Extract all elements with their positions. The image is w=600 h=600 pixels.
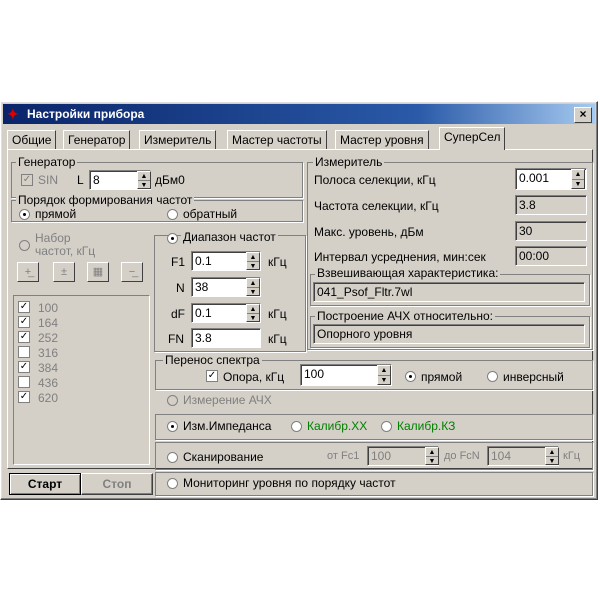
selfreq-label: Частота селекции, кГц bbox=[314, 199, 439, 213]
transfer-label: Перенос спектра bbox=[163, 353, 262, 367]
window-title: Настройки прибора bbox=[27, 107, 145, 121]
afc-mode-radio[interactable] bbox=[167, 395, 178, 406]
interval-value: 00:00 bbox=[515, 246, 587, 266]
scan-from-spinner[interactable]: ▲ ▼ bbox=[425, 447, 439, 465]
f1-unit: кГц bbox=[268, 255, 287, 269]
scan-unit: кГц bbox=[563, 450, 581, 462]
scan-label: Сканирование bbox=[183, 450, 264, 464]
f1-label: F1 bbox=[171, 255, 186, 269]
freq-checkbox[interactable] bbox=[18, 376, 30, 388]
ref-spinner[interactable]: ▲ ▼ bbox=[377, 365, 391, 385]
df-unit: кГц bbox=[268, 307, 287, 321]
freqset-radio[interactable] bbox=[19, 240, 30, 251]
list-item[interactable]: ✓ 252 bbox=[18, 331, 138, 345]
calib-kz-label: Калибр.КЗ bbox=[397, 419, 456, 433]
tab-supersel[interactable]: СуперСел bbox=[439, 127, 506, 150]
ref-label: Опора, кГц bbox=[223, 370, 285, 384]
maxlevel-value: 30 bbox=[515, 221, 587, 241]
start-button[interactable]: Старт bbox=[9, 473, 81, 495]
list-item[interactable]: 436 bbox=[18, 376, 138, 390]
calib-xx-radio[interactable] bbox=[291, 421, 302, 432]
f1-spinner[interactable]: ▲ ▼ bbox=[246, 252, 260, 270]
stop-button[interactable]: Стоп bbox=[81, 473, 153, 495]
interval-label: Интервал усреднения, мин:сек bbox=[314, 250, 486, 264]
tab-generator[interactable]: Генератор bbox=[63, 130, 131, 149]
fn-unit: кГц bbox=[268, 332, 287, 346]
calib-xx-label: Калибр.ХХ bbox=[307, 419, 368, 433]
freq-checkbox[interactable]: ✓ bbox=[18, 361, 30, 373]
transfer-direct-radio[interactable] bbox=[405, 371, 416, 382]
transfer-inverse-label: инверсный bbox=[503, 370, 564, 384]
load-freq-icon[interactable]: ▦ bbox=[87, 262, 109, 282]
range-label: Диапазон частот bbox=[181, 230, 278, 244]
list-item[interactable]: ✓ 164 bbox=[18, 316, 138, 330]
order-direct-label: прямой bbox=[35, 207, 77, 221]
range-radio[interactable] bbox=[167, 233, 178, 244]
list-item[interactable]: ✓ 100 bbox=[18, 301, 138, 315]
n-label: N bbox=[176, 281, 185, 295]
freq-checkbox[interactable] bbox=[18, 346, 30, 358]
freq-checkbox[interactable]: ✓ bbox=[18, 301, 30, 313]
weight-value[interactable]: 041_Psof_Fltr.7wl bbox=[313, 282, 585, 302]
maxlevel-label: Макс. уровень, дБм bbox=[314, 225, 424, 239]
freq-list: ✓ 100 ✓ 164 ✓ 252 316 ✓ 384 436 ✓ 620 bbox=[13, 295, 150, 465]
bandwidth-label: Полоса селекции, кГц bbox=[314, 173, 436, 187]
freq-checkbox[interactable]: ✓ bbox=[18, 391, 30, 403]
app-icon: ✦ bbox=[7, 106, 19, 122]
insert-freq-icon[interactable]: ± bbox=[53, 262, 75, 282]
scan-radio[interactable] bbox=[167, 452, 178, 463]
freq-checkbox[interactable]: ✓ bbox=[18, 331, 30, 343]
df-label: dF bbox=[171, 307, 186, 321]
fn-input[interactable]: 3.8 bbox=[191, 328, 261, 348]
list-item[interactable]: 316 bbox=[18, 346, 138, 360]
ref-checkbox[interactable]: ✓ bbox=[206, 370, 218, 382]
tab-freq-master[interactable]: Мастер частоты bbox=[227, 130, 327, 149]
order-group-label: Порядок формирования частот bbox=[16, 193, 195, 207]
sin-checkbox[interactable]: ✓ bbox=[21, 174, 33, 186]
level-label: L bbox=[77, 173, 84, 187]
add-freq-icon[interactable]: +̲ bbox=[17, 262, 39, 282]
selfreq-value: 3.8 bbox=[515, 195, 587, 215]
sin-label: SIN bbox=[38, 173, 59, 187]
order-reverse-radio[interactable] bbox=[167, 209, 178, 220]
monitor-label: Мониторинг уровня по порядку частот bbox=[183, 476, 396, 490]
close-button[interactable]: × bbox=[574, 107, 592, 123]
transfer-direct-label: прямой bbox=[421, 370, 463, 384]
generator-group-label: Генератор bbox=[16, 155, 78, 169]
scan-to-spinner[interactable]: ▲ ▼ bbox=[545, 447, 559, 465]
monitor-radio[interactable] bbox=[167, 478, 178, 489]
afc-value[interactable]: Опорного уровня bbox=[313, 324, 585, 344]
level-unit: дБм0 bbox=[155, 173, 185, 187]
afc-mode-label: Измерение АЧХ bbox=[183, 393, 272, 407]
transfer-inverse-radio[interactable] bbox=[487, 371, 498, 382]
order-direct-radio[interactable] bbox=[19, 209, 30, 220]
freq-checkbox[interactable]: ✓ bbox=[18, 316, 30, 328]
calib-kz-radio[interactable] bbox=[381, 421, 392, 432]
tab-meter[interactable]: Измеритель bbox=[139, 130, 217, 149]
remove-freq-icon[interactable]: −̲ bbox=[121, 262, 143, 282]
order-reverse-label: обратный bbox=[183, 207, 238, 221]
impedance-radio[interactable] bbox=[167, 421, 178, 432]
tab-level-master[interactable]: Мастер уровня bbox=[335, 130, 429, 149]
list-item[interactable]: ✓ 384 bbox=[18, 361, 138, 375]
freqset-label: Набор частот, кГц bbox=[35, 231, 96, 258]
list-item[interactable]: ✓ 620 bbox=[18, 391, 138, 405]
tab-general[interactable]: Общие bbox=[7, 130, 57, 149]
scan-to-label: до FcN bbox=[444, 450, 480, 462]
fn-label: FN bbox=[168, 332, 184, 346]
bandwidth-spinner[interactable]: ▲ ▼ bbox=[571, 169, 585, 189]
meter-group-label: Измеритель bbox=[313, 155, 385, 169]
afc-label: Построение АЧХ относительно: bbox=[315, 309, 495, 323]
settings-window: ✦ Настройки прибора × Общие Генератор Из… bbox=[0, 101, 598, 500]
scan-from-label: от Fc1 bbox=[327, 450, 360, 462]
impedance-label: Изм.Импеданса bbox=[183, 419, 272, 433]
title-bar: ✦ Настройки прибора × bbox=[3, 104, 595, 124]
df-spinner[interactable]: ▲ ▼ bbox=[246, 304, 260, 322]
level-spinner[interactable]: ▲ ▼ bbox=[137, 171, 151, 189]
weight-label: Взвешивающая характеристика: bbox=[315, 266, 501, 280]
n-spinner[interactable]: ▲ ▼ bbox=[246, 278, 260, 296]
